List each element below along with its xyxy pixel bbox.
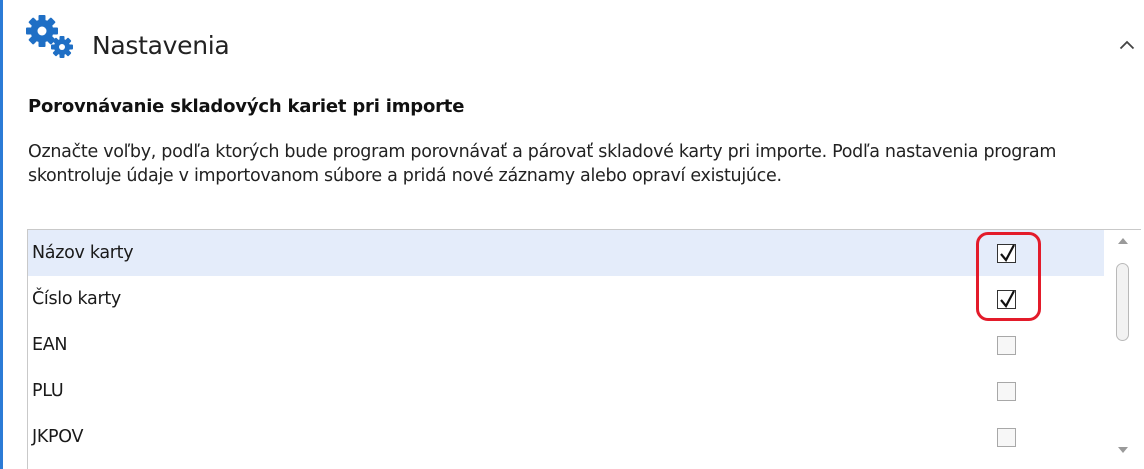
option-row-plu[interactable]: PLU [28, 368, 1104, 414]
scroll-thumb[interactable] [1116, 263, 1129, 341]
section-description: Označte voľby, podľa ktorých bude progra… [28, 142, 1057, 186]
section-heading: Porovnávanie skladových kariet pri impor… [28, 96, 465, 117]
collapse-button[interactable] [1114, 32, 1140, 58]
options-list: Názov karty Číslo karty EAN PLU JKPOV [27, 229, 1141, 469]
option-row-ean[interactable]: EAN [28, 322, 1104, 368]
vertical-scrollbar[interactable] [1105, 230, 1141, 469]
scroll-down-button[interactable] [1105, 439, 1141, 461]
checkbox-nazov-karty[interactable] [997, 243, 1016, 263]
arrow-down-icon [1118, 447, 1128, 453]
scroll-up-button[interactable] [1105, 230, 1141, 252]
option-row-jkpov[interactable]: JKPOV [28, 414, 1104, 460]
panel-left-border [0, 0, 3, 469]
chevron-up-icon [1119, 40, 1135, 50]
checkmark-icon [1000, 243, 1015, 262]
checkbox-jkpov[interactable] [997, 427, 1016, 447]
checkmark-icon [1000, 289, 1015, 308]
arrow-up-icon [1118, 238, 1128, 244]
option-label: JKPOV [32, 427, 84, 447]
option-label: EAN [32, 335, 68, 355]
checkbox-cislo-karty[interactable] [997, 289, 1016, 309]
panel-title: Nastavenia [92, 31, 230, 60]
option-label: Názov karty [32, 243, 134, 263]
gears-icon [24, 14, 74, 60]
option-row-nazov-karty[interactable]: Názov karty [28, 230, 1104, 276]
checkbox-plu[interactable] [997, 381, 1016, 401]
option-label: PLU [32, 381, 64, 401]
checkbox-ean[interactable] [997, 335, 1016, 355]
option-label: Číslo karty [32, 289, 121, 309]
option-row-cislo-karty[interactable]: Číslo karty [28, 276, 1104, 322]
panel-header[interactable]: Nastavenia [10, 0, 1144, 86]
